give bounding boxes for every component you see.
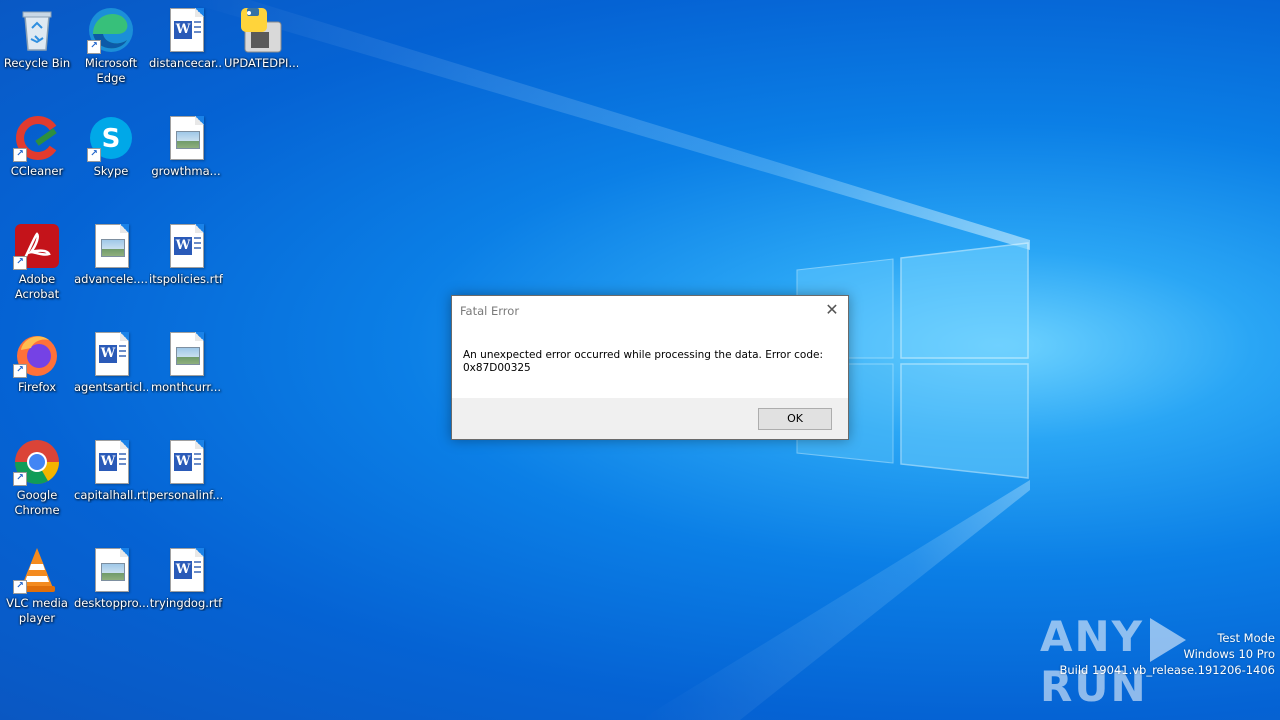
edge-icon: ↗ [87,6,135,54]
image-file-icon [162,114,210,162]
shortcut-arrow-icon: ↗ [13,580,27,594]
ok-button[interactable]: OK [758,408,832,430]
error-code: 0x87D00325 [463,362,531,374]
python-file-icon [237,6,285,54]
icon-label: monthcurr... [150,380,222,394]
desktop-icon-firefox[interactable]: ↗ Firefox [0,324,74,424]
icon-label: Recycle Bin [3,56,71,70]
word-document-icon: W [162,546,210,594]
icon-label: desktoppro... [74,596,148,610]
desktop-icon-tryingdog[interactable]: W tryingdog.rtf [149,540,223,640]
word-document-icon: W [162,6,210,54]
test-mode-text: Test Mode [1217,631,1275,645]
desktop-icon-capitalhall[interactable]: W capitalhall.rtf [74,432,148,532]
icon-label: Skype [93,164,129,178]
desktop-icon-recycle-bin[interactable]: Recycle Bin [0,0,74,100]
desktop-icon-personalinf[interactable]: W personalinf... [149,432,223,532]
desktop-icon-google-chrome[interactable]: ↗ Google Chrome [0,432,74,532]
icon-label: Microsoft Edge [84,56,138,85]
close-icon[interactable]: ✕ [816,296,848,324]
icon-label: Adobe Acrobat [14,272,60,301]
dialog-title: Fatal Error [460,304,520,318]
shortcut-arrow-icon: ↗ [13,256,27,270]
word-document-icon: W [87,438,135,486]
icon-label: advancele.... [74,272,148,286]
icon-label: CCleaner [10,164,64,178]
desktop-icon-adobe-acrobat[interactable]: ↗ Adobe Acrobat [0,216,74,316]
desktop-icon-microsoft-edge[interactable]: ↗ Microsoft Edge [74,0,148,100]
desktop-icon-ccleaner[interactable]: ↗ CCleaner [0,108,74,208]
icon-label: tryingdog.rtf [149,596,223,610]
icon-label: distancecar... [149,56,223,70]
icon-label: capitalhall.rtf [74,488,148,502]
skype-icon: S ↗ [87,114,135,162]
shortcut-arrow-icon: ↗ [13,472,27,486]
icon-label: agentsarticl... [74,380,148,394]
desktop-icon-distancecar[interactable]: W distancecar... [149,0,223,100]
dialog-footer: OK [452,398,848,439]
dialog-message-line: An unexpected error occurred while proce… [463,349,823,361]
dialog-message: An unexpected error occurred while proce… [463,349,833,375]
icon-label: Google Chrome [14,488,60,517]
desktop-icon-desktoppro[interactable]: desktoppro... [74,540,148,640]
icon-label: VLC media player [6,596,68,625]
image-file-icon [87,222,135,270]
chrome-icon: ↗ [13,438,61,486]
build-text: Build 19041.vb_release.191206-1406 [1059,663,1275,677]
desktop-icon-vlc-media-player[interactable]: ↗ VLC media player [0,540,74,640]
recycle-bin-icon [13,6,61,54]
windows-watermark: Test Mode Windows 10 Pro Build 19041.vb_… [1059,630,1275,678]
fatal-error-dialog[interactable]: Fatal Error ✕ An unexpected error occurr… [451,295,849,440]
desktop-icon-itspolicies[interactable]: W itspolicies.rtf [149,216,223,316]
desktop-icon-monthcurr[interactable]: monthcurr... [149,324,223,424]
windows-edition-text: Windows 10 Pro [1183,647,1275,661]
vlc-icon: ↗ [13,546,61,594]
ccleaner-icon: ↗ [13,114,61,162]
desktop-icon-advancele[interactable]: advancele.... [74,216,148,316]
shortcut-arrow-icon: ↗ [13,148,27,162]
desktop-icon-skype[interactable]: S ↗ Skype [74,108,148,208]
image-file-icon [162,330,210,378]
desktop[interactable]: Recycle Bin ↗ CCleaner ↗ Adobe Acrobat ↗… [0,0,1280,720]
icon-label: personalinf... [149,488,223,502]
word-document-icon: W [162,222,210,270]
svg-text:S: S [102,124,121,154]
word-document-icon: W [87,330,135,378]
firefox-icon: ↗ [13,330,61,378]
shortcut-arrow-icon: ↗ [87,40,101,54]
icon-label: growthma... [151,164,221,178]
image-file-icon [87,546,135,594]
icon-label: itspolicies.rtf [149,272,223,286]
desktop-icon-growthma[interactable]: growthma... [149,108,223,208]
icon-label: Firefox [17,380,57,394]
word-document-icon: W [162,438,210,486]
acrobat-icon: ↗ [13,222,61,270]
icon-label: UPDATEDPI... [224,56,298,70]
shortcut-arrow-icon: ↗ [13,364,27,378]
desktop-icon-agentsarticl[interactable]: W agentsarticl... [74,324,148,424]
desktop-icon-updatedpi[interactable]: UPDATEDPI... [224,0,298,100]
shortcut-arrow-icon: ↗ [87,148,101,162]
dialog-titlebar[interactable]: Fatal Error ✕ [452,296,848,326]
